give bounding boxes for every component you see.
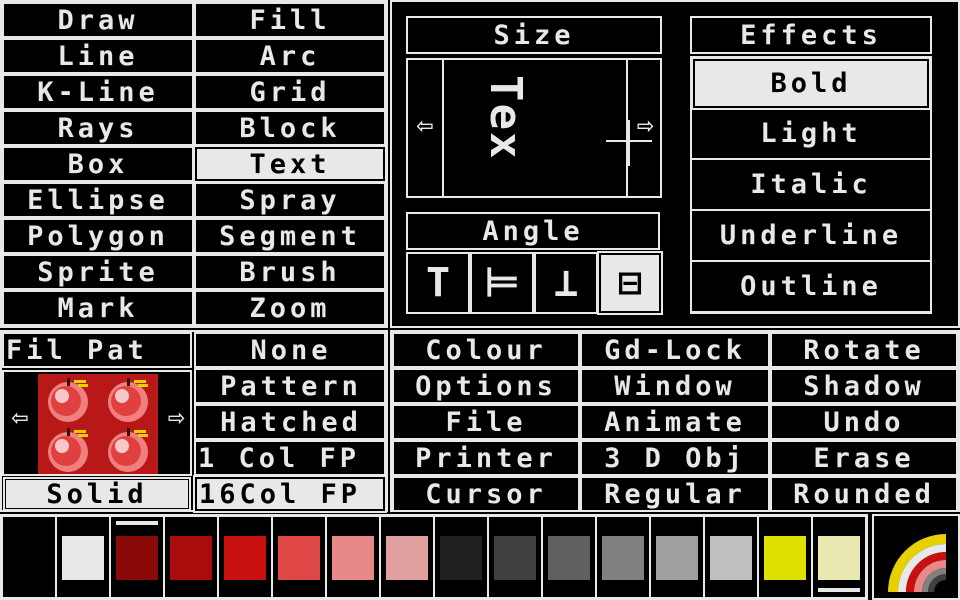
palette-swatch[interactable]: [764, 536, 806, 580]
palette-background-marker: [818, 588, 860, 592]
angle-option-2-icon[interactable]: ⊨: [470, 252, 534, 314]
tool-sprite[interactable]: Sprite: [2, 254, 194, 290]
tool-polygon[interactable]: Polygon: [2, 218, 194, 254]
fill-option-none[interactable]: None: [194, 332, 386, 368]
angle-option-1-icon[interactable]: T: [406, 252, 470, 314]
palette-swatch[interactable]: [8, 536, 50, 580]
menu-window[interactable]: Window: [580, 368, 770, 404]
menu-rounded[interactable]: Rounded: [770, 476, 958, 512]
pattern-right-arrow[interactable]: ⇨: [160, 400, 192, 440]
menu-animate[interactable]: Animate: [580, 404, 770, 440]
tool-text[interactable]: Text: [193, 145, 387, 183]
palette-swatch[interactable]: [602, 536, 644, 580]
menu-options[interactable]: Options: [392, 368, 580, 404]
menu-erase[interactable]: Erase: [770, 440, 958, 476]
menu-regular[interactable]: Regular: [580, 476, 770, 512]
tool-arc[interactable]: Arc: [194, 38, 386, 74]
palette-swatch[interactable]: [656, 536, 698, 580]
palette-swatch[interactable]: [710, 536, 752, 580]
tool-k-line[interactable]: K-Line: [2, 74, 194, 110]
menu-printer[interactable]: Printer: [392, 440, 580, 476]
tool-line[interactable]: Line: [2, 38, 194, 74]
tool-segment[interactable]: Segment: [194, 218, 386, 254]
tool-spray[interactable]: Spray: [194, 182, 386, 218]
size-preview[interactable]: ⇦ ⇨ Tex: [406, 58, 662, 198]
size-right-arrow[interactable]: ⇨: [630, 108, 660, 144]
tool-box[interactable]: Box: [2, 146, 194, 182]
fill-option-pattern[interactable]: Pattern: [194, 368, 386, 404]
tool-brush[interactable]: Brush: [194, 254, 386, 290]
palette-swatch[interactable]: [224, 536, 266, 580]
angle-option-4-icon[interactable]: ⊟: [597, 251, 663, 315]
size-preview-text: Tex: [480, 75, 531, 161]
pattern-preview[interactable]: [38, 374, 158, 474]
effect-outline[interactable]: Outline: [692, 262, 930, 313]
rainbow-icon: [888, 534, 946, 592]
angle-title: Angle: [406, 212, 660, 250]
fill-solid-button[interactable]: Solid: [3, 477, 191, 511]
menu-colour[interactable]: Colour: [392, 332, 580, 368]
menu-shadow[interactable]: Shadow: [770, 368, 958, 404]
pattern-left-arrow[interactable]: ⇦: [4, 400, 36, 440]
effect-italic[interactable]: Italic: [692, 160, 930, 211]
tool-block[interactable]: Block: [194, 110, 386, 146]
fill-option-1-col-fp[interactable]: 1 Col FP: [194, 440, 386, 476]
colour-picker-button[interactable]: [872, 514, 960, 600]
menu-rotate[interactable]: Rotate: [770, 332, 958, 368]
palette-swatch[interactable]: [278, 536, 320, 580]
palette-foreground-marker: [116, 521, 158, 525]
tool-rays[interactable]: Rays: [2, 110, 194, 146]
tool-fill[interactable]: Fill: [194, 2, 386, 38]
size-title: Size: [406, 16, 662, 54]
palette-swatch[interactable]: [548, 536, 590, 580]
tool-zoom[interactable]: Zoom: [194, 290, 386, 326]
palette-swatch[interactable]: [62, 536, 104, 580]
palette-swatch[interactable]: [170, 536, 212, 580]
menu-file[interactable]: File: [392, 404, 580, 440]
fill-option-16col-fp[interactable]: 16Col FP: [193, 475, 387, 513]
angle-option-3-icon[interactable]: ⊥: [534, 252, 598, 314]
fill-pattern-title: Fil Pat: [2, 332, 192, 368]
menu-undo[interactable]: Undo: [770, 404, 958, 440]
size-left-arrow[interactable]: ⇦: [410, 108, 440, 144]
tool-grid[interactable]: Grid: [194, 74, 386, 110]
palette-swatch[interactable]: [440, 536, 482, 580]
palette-swatch[interactable]: [116, 536, 158, 580]
palette-swatch[interactable]: [494, 536, 536, 580]
palette-swatch[interactable]: [332, 536, 374, 580]
effect-bold[interactable]: Bold: [691, 57, 931, 110]
tool-mark[interactable]: Mark: [2, 290, 194, 326]
palette-swatch[interactable]: [386, 536, 428, 580]
effect-underline[interactable]: Underline: [692, 211, 930, 262]
size-crosshair-v: [628, 120, 630, 166]
palette-swatch[interactable]: [818, 536, 860, 580]
fill-option-hatched[interactable]: Hatched: [194, 404, 386, 440]
tool-draw[interactable]: Draw: [2, 2, 194, 38]
size-left-divider: [442, 60, 444, 196]
menu-cursor[interactable]: Cursor: [392, 476, 580, 512]
effect-light[interactable]: Light: [692, 109, 930, 160]
menu-gd-lock[interactable]: Gd-Lock: [580, 332, 770, 368]
menu-3-d-obj[interactable]: 3 D Obj: [580, 440, 770, 476]
tool-ellipse[interactable]: Ellipse: [2, 182, 194, 218]
effects-title: Effects: [690, 16, 932, 54]
